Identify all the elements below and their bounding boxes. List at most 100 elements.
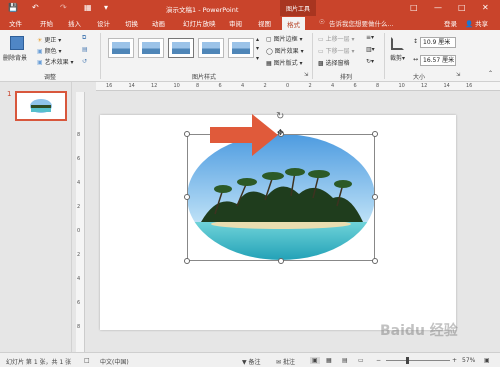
ruler-tick-label: 4 <box>241 83 245 89</box>
picture-style-1[interactable] <box>108 38 134 58</box>
tell-me-box[interactable]: 告诉我您想要做什么... <box>329 18 394 28</box>
effects-icon: ◯ <box>266 48 273 55</box>
selection-pane-button[interactable]: ▩ 选择窗格 <box>318 58 350 67</box>
corrections-button[interactable]: ☀ 更正 ▾ <box>37 35 61 44</box>
normal-view-icon[interactable]: ▣ <box>310 357 320 364</box>
spelling-icon[interactable]: □ <box>84 357 90 364</box>
zoom-slider-thumb[interactable] <box>406 357 409 364</box>
resize-handle-right[interactable] <box>372 194 378 200</box>
reset-picture-icon[interactable]: ↺ <box>82 58 87 65</box>
reading-view-icon[interactable]: ▤ <box>342 357 348 364</box>
watermark: Baidu 经验 <box>380 323 458 339</box>
slide-thumbnail[interactable] <box>15 91 67 121</box>
comments-button[interactable]: ✉ 批注 <box>276 357 295 366</box>
tab-design[interactable]: 设计 <box>97 18 110 28</box>
ruler-tick-label: 0 <box>286 83 290 89</box>
language-status[interactable]: 中文(中国) <box>100 357 129 366</box>
tab-insert[interactable]: 插入 <box>68 18 81 28</box>
remove-background-button[interactable]: 删除背景 <box>3 53 27 62</box>
redo-icon[interactable]: ↷ <box>60 3 67 12</box>
resize-handle-top-right[interactable] <box>372 131 378 137</box>
artistic-effects-button[interactable]: ▣ 艺术效果 ▾ <box>37 57 74 66</box>
fit-slide-icon[interactable]: ▣ <box>484 357 490 364</box>
save-icon[interactable]: 💾 <box>8 3 18 12</box>
undo-icon[interactable]: ↶ <box>32 3 39 12</box>
divider <box>384 33 385 79</box>
slide-number: 1 <box>7 90 12 98</box>
align-icon[interactable]: ≡▾ <box>366 34 374 41</box>
remove-background-icon[interactable] <box>10 36 24 50</box>
resize-handle-bottom-right[interactable] <box>372 258 378 264</box>
color-button[interactable]: ▣ 颜色 ▾ <box>37 46 62 55</box>
gallery-scroll-up-icon[interactable]: ▴ <box>256 36 259 43</box>
send-backward-button[interactable]: ▭ 下移一层 ▾ <box>318 46 355 55</box>
zoom-level[interactable]: 57% <box>462 357 475 364</box>
gallery-scroll-down-icon[interactable]: ▾ <box>256 45 259 52</box>
picture-effects-button[interactable]: ◯ 图片效果 ▾ <box>266 46 304 55</box>
collapse-ribbon-icon[interactable]: ⌃ <box>488 70 493 77</box>
send-backward-label: 下移一层 <box>325 48 350 55</box>
maximize-icon[interactable]: □ <box>458 3 466 12</box>
picture-style-2[interactable] <box>138 38 164 58</box>
move-cursor-icon: ✥ <box>277 128 284 137</box>
slideshow-view-icon[interactable]: ▭ <box>358 357 364 364</box>
share-label: 共享 <box>475 20 489 28</box>
width-input[interactable]: 16.57 厘米 <box>420 55 456 66</box>
crop-button[interactable]: 裁剪▾ <box>390 53 405 62</box>
size-launcher-icon[interactable]: ⇲ <box>456 72 460 78</box>
group-objects-icon[interactable]: ▥▾ <box>366 46 375 53</box>
slide-sorter-icon[interactable]: ▦ <box>326 357 332 364</box>
send-backward-icon: ▭ <box>318 48 324 55</box>
compress-icon[interactable]: ⧉ <box>82 34 86 42</box>
tab-format[interactable]: 格式 <box>282 17 305 30</box>
ribbon-options-icon[interactable]: □ <box>410 3 418 12</box>
ruler-tick-label: 12 <box>151 83 158 89</box>
bring-forward-button[interactable]: ▭ 上移一层 ▾ <box>318 34 355 43</box>
ruler-tick-label: 4 <box>77 276 81 282</box>
bring-forward-label: 上移一层 <box>325 36 350 43</box>
tab-review[interactable]: 审阅 <box>229 18 242 28</box>
zoom-slider-track[interactable] <box>386 360 450 361</box>
tab-view[interactable]: 视图 <box>258 18 271 28</box>
resize-handle-left[interactable] <box>184 194 190 200</box>
customize-qat-icon[interactable]: ▾ <box>104 3 108 12</box>
divider <box>312 33 313 79</box>
close-icon[interactable]: ✕ <box>482 3 489 12</box>
ruler-tick-label: 16 <box>106 83 113 89</box>
picture-layout-button[interactable]: ▦ 图片版式 ▾ <box>266 58 303 67</box>
picture-style-4[interactable] <box>198 38 224 58</box>
picture-border-button[interactable]: ▢ 图片边框 ▾ <box>266 34 303 43</box>
tab-file[interactable]: 文件 <box>9 18 22 28</box>
dialog-launcher-icon[interactable]: ⇲ <box>304 72 308 78</box>
zoom-in-icon[interactable]: + <box>452 357 457 364</box>
picture-style-3[interactable] <box>168 38 194 58</box>
rotate-icon[interactable]: ↻▾ <box>366 58 374 65</box>
crop-icon[interactable] <box>391 37 404 50</box>
ruler-tick-label: 2 <box>77 204 81 210</box>
zoom-out-icon[interactable]: − <box>376 357 381 364</box>
notes-button[interactable]: ▼ 备注 <box>242 357 261 366</box>
tab-slideshow[interactable]: 幻灯片放映 <box>183 18 216 28</box>
picture-style-5[interactable] <box>228 38 254 58</box>
tab-home[interactable]: 开始 <box>40 18 53 28</box>
ruler-tick-label: 6 <box>77 156 81 162</box>
layout-icon: ▦ <box>266 60 272 67</box>
resize-handle-bottom-left[interactable] <box>184 258 190 264</box>
tab-transitions[interactable]: 切换 <box>125 18 138 28</box>
height-input[interactable]: 10.9 厘米 <box>420 37 456 48</box>
sign-in-link[interactable]: 登录 <box>444 18 457 28</box>
thumbnail-island-image <box>30 99 52 113</box>
resize-handle-top-left[interactable] <box>184 131 190 137</box>
picture-border-label: 图片边框 <box>273 36 298 43</box>
minimize-icon[interactable]: — <box>434 3 442 12</box>
vertical-ruler: 8 6 4 2 0 2 4 6 8 <box>76 92 85 352</box>
divider <box>100 33 101 79</box>
share-button[interactable]: 👤 共享 <box>465 18 488 28</box>
adjust-group-label: 调整 <box>44 74 57 81</box>
tab-animations[interactable]: 动画 <box>152 18 165 28</box>
gallery-more-icon[interactable]: ▾ <box>256 55 259 62</box>
ruler-tick-label: 14 <box>443 83 450 89</box>
change-picture-icon[interactable]: ▤ <box>82 46 88 53</box>
slideshow-icon[interactable]: ▦ <box>84 3 92 12</box>
resize-handle-bottom[interactable] <box>278 258 284 264</box>
